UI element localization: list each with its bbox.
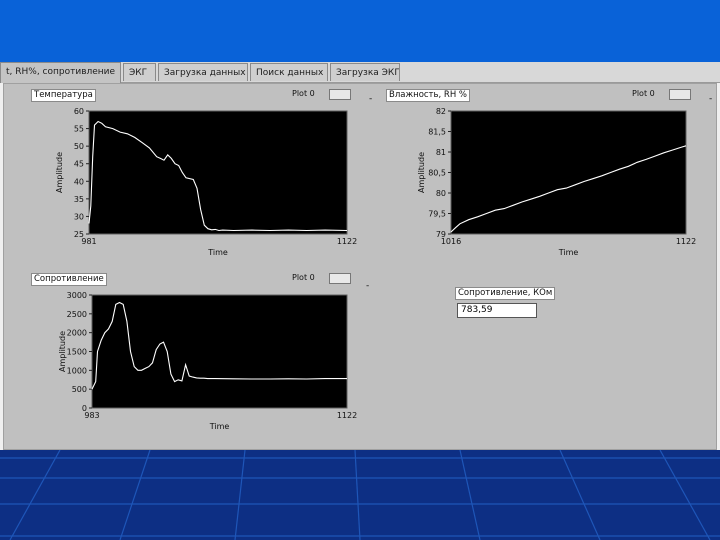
humidity-ytick-label: 80,5 [428, 169, 446, 178]
temperature-ytick-label: 50 [74, 142, 84, 151]
tab-panel: Температура Plot 0 - Влажность, RH % Plo… [3, 83, 717, 450]
humidity-ytick-label: 80 [436, 189, 446, 198]
tab-ecg-loading[interactable]: Загрузка ЭКГ [330, 63, 400, 81]
resistance-ytick-label: 3000 [67, 291, 87, 300]
charts-layer: 6055504540353025981 1122TimeAmplitude8281… [55, 107, 696, 431]
temperature-ytick-label: 30 [74, 212, 84, 221]
temperature-ytick-label: 35 [74, 195, 84, 204]
temperature-ytick-label: 40 [74, 177, 84, 186]
humidity-yaxis-label: Amplitude [417, 152, 426, 193]
resistance-xaxis-label: Time [209, 422, 230, 431]
temperature-plot-area [88, 110, 348, 235]
temperature-yaxis-label: Amplitude [55, 152, 64, 193]
tab-data-search[interactable]: Поиск данных [250, 63, 328, 81]
resistance-xtick-label: 1122 [337, 411, 357, 420]
humidity-xtick-label: 1122 [676, 237, 696, 246]
labview-window: t, RH%, сопротивление ЭКГ Загрузка данны… [0, 62, 720, 450]
temperature-xtick-label: 1122 [337, 237, 357, 246]
tab-data-loading[interactable]: Загрузка данных [158, 63, 248, 81]
resistance-ytick-label: 1500 [67, 348, 87, 357]
humidity-plot-area [450, 110, 687, 235]
slide-footer-grid [0, 450, 720, 540]
resistance-ytick-label: 2000 [67, 329, 87, 338]
tab-temperature-rh-resistance[interactable]: t, RH%, сопротивление [0, 62, 121, 83]
humidity-ytick-label: 81 [436, 148, 446, 157]
humidity-ytick-label: 79,5 [428, 210, 446, 219]
resistance-xtick-label: 983 [84, 411, 99, 420]
resistance-ytick-label: 2500 [67, 310, 87, 319]
resistance-ytick-label: 500 [72, 385, 87, 394]
tab-ecg[interactable]: ЭКГ [123, 63, 156, 81]
humidity-xtick-label: 1016 [441, 237, 461, 246]
temperature-ytick-label: 55 [74, 125, 84, 134]
temperature-xaxis-label: Time [207, 248, 228, 257]
temperature-xtick-label: 981 [81, 237, 96, 246]
resistance-ytick-label: 1000 [67, 366, 87, 375]
resistance-yaxis-label: Amplitude [58, 331, 67, 372]
temperature-ytick-label: 45 [74, 160, 84, 169]
humidity-ytick-label: 81,5 [428, 128, 446, 137]
temperature-ytick-label: 60 [74, 107, 84, 116]
slide-header-band [0, 0, 720, 62]
tab-bar: t, RH%, сопротивление ЭКГ Загрузка данны… [0, 62, 720, 83]
humidity-xaxis-label: Time [558, 248, 579, 257]
humidity-ytick-label: 82 [436, 107, 446, 116]
